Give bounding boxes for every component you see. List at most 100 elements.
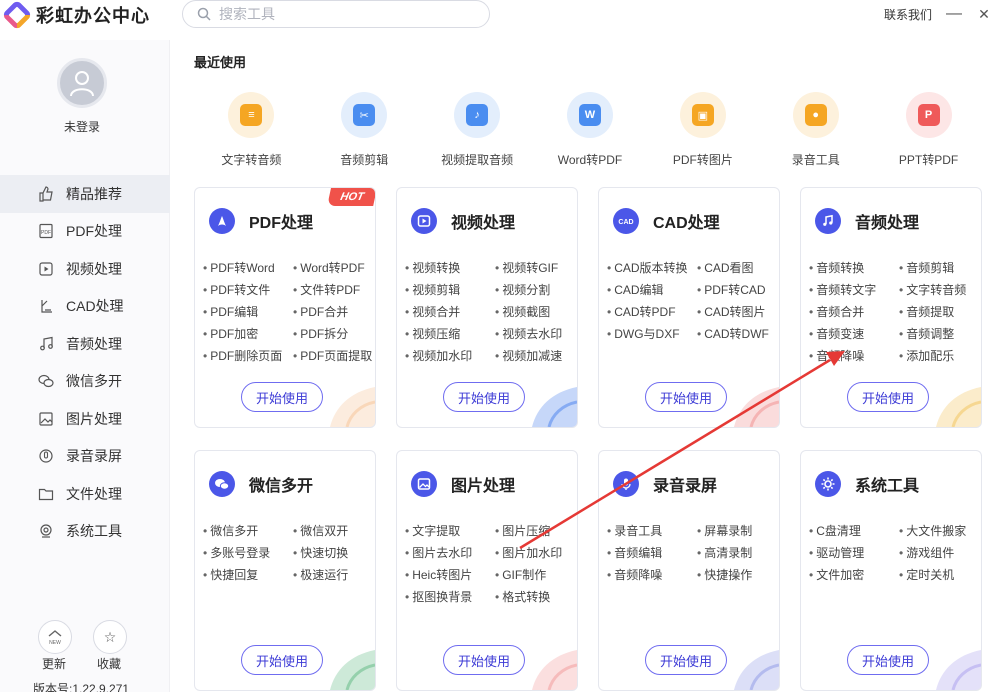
feature-item[interactable]: PDF删除页面 (203, 348, 293, 364)
start-button[interactable]: 开始使用 (443, 645, 525, 675)
start-button[interactable]: 开始使用 (847, 645, 929, 675)
feature-item[interactable]: 音频提取 (899, 304, 981, 320)
feature-item[interactable]: 图片去水印 (405, 545, 495, 561)
minimize-button[interactable]: — (944, 4, 964, 24)
feature-item[interactable]: 音频降噪 (607, 567, 697, 583)
feature-item[interactable]: CAD转图片 (697, 304, 779, 320)
feature-item[interactable]: 微信双开 (293, 523, 375, 539)
feature-item[interactable]: 文字提取 (405, 523, 495, 539)
feature-item[interactable]: 高清录制 (697, 545, 779, 561)
tool-card[interactable]: HOT PDF处理 PDF转WordWord转PDFPDF转文件文件转PDFPDF编… (194, 187, 376, 428)
recent-tool[interactable]: ▣ PDF转图片 (646, 92, 759, 168)
tool-card[interactable]: 视频处理视频转换视频转GIF视频剪辑视频分割视频合并视频截图视频压缩视频去水印视… (396, 187, 578, 428)
feature-item[interactable]: 音频合并 (809, 304, 899, 320)
feature-item[interactable]: 音频变速 (809, 326, 899, 342)
feature-item[interactable]: 游戏组件 (899, 545, 981, 561)
feature-item[interactable]: 音频转文字 (809, 282, 899, 298)
tool-card[interactable]: 音频处理音频转换音频剪辑音频转文字文字转音频音频合并音频提取音频变速音频调整音频… (800, 187, 982, 428)
recent-tool[interactable]: ≡ 文字转音频 (195, 92, 308, 168)
sidebar-item-9[interactable]: 系统工具 (0, 513, 170, 551)
feature-item[interactable]: 音频降噪 (809, 348, 899, 364)
recent-tool[interactable]: W Word转PDF (534, 92, 647, 168)
feature-item[interactable]: PDF编辑 (203, 304, 293, 320)
feature-item[interactable]: 快捷操作 (697, 567, 779, 583)
feature-item[interactable]: PDF转CAD (697, 282, 779, 298)
recent-tool[interactable]: P PPT转PDF (872, 92, 985, 168)
feature-item[interactable]: PDF转Word (203, 260, 293, 276)
search-box[interactable] (182, 0, 490, 28)
feature-item[interactable]: 极速运行 (293, 567, 375, 583)
feature-item[interactable]: CAD转PDF (607, 304, 697, 320)
feature-item[interactable]: 视频加水印 (405, 348, 495, 364)
feature-item[interactable]: CAD转DWF (697, 326, 779, 342)
start-button[interactable]: 开始使用 (645, 382, 727, 412)
feature-item[interactable]: PDF转文件 (203, 282, 293, 298)
tool-card[interactable]: CADCAD处理CAD版本转换CAD看图CAD编辑PDF转CADCAD转PDFC… (598, 187, 780, 428)
contact-us-link[interactable]: 联系我们 (884, 6, 932, 23)
feature-item[interactable]: PDF合并 (293, 304, 375, 320)
tool-card[interactable]: 图片处理文字提取图片压缩图片去水印图片加水印Heic转图片GIF制作抠图换背景格… (396, 450, 578, 691)
feature-item[interactable]: 多账号登录 (203, 545, 293, 561)
sidebar-item-6[interactable]: 图片处理 (0, 400, 170, 438)
feature-item[interactable]: 文件加密 (809, 567, 899, 583)
sidebar-item-1[interactable]: PDF PDF处理 (0, 213, 170, 251)
sidebar-item-8[interactable]: 文件处理 (0, 475, 170, 513)
favorites-button[interactable]: ☆ (93, 620, 127, 654)
recent-tool[interactable]: ♪ 视频提取音频 (421, 92, 534, 168)
recent-tool[interactable]: ✂ 音频剪辑 (308, 92, 421, 168)
start-button[interactable]: 开始使用 (241, 645, 323, 675)
feature-item[interactable]: 图片加水印 (495, 545, 577, 561)
feature-item[interactable]: 文字转音频 (899, 282, 981, 298)
feature-item[interactable]: 图片压缩 (495, 523, 577, 539)
feature-item[interactable]: 视频分割 (495, 282, 577, 298)
sidebar-item-4[interactable]: 音频处理 (0, 325, 170, 363)
feature-item[interactable]: CAD版本转换 (607, 260, 697, 276)
start-button[interactable]: 开始使用 (241, 382, 323, 412)
feature-item[interactable]: 录音工具 (607, 523, 697, 539)
feature-item[interactable]: 视频合并 (405, 304, 495, 320)
tool-card[interactable]: 录音录屏录音工具屏幕录制音频编辑高清录制音频降噪快捷操作开始使用 (598, 450, 780, 691)
update-button[interactable]: NEW (38, 620, 72, 654)
sidebar-item-5[interactable]: 微信多开 (0, 363, 170, 401)
feature-item[interactable]: 大文件搬家 (899, 523, 981, 539)
feature-item[interactable]: 屏幕录制 (697, 523, 779, 539)
feature-item[interactable]: 快捷回复 (203, 567, 293, 583)
avatar[interactable] (57, 58, 107, 108)
feature-item[interactable]: 视频转换 (405, 260, 495, 276)
feature-item[interactable]: 音频调整 (899, 326, 981, 342)
sidebar-item-3[interactable]: CAD处理 (0, 288, 170, 326)
start-button[interactable]: 开始使用 (443, 382, 525, 412)
feature-item[interactable]: 视频加减速 (495, 348, 577, 364)
feature-item[interactable]: GIF制作 (495, 567, 577, 583)
start-button[interactable]: 开始使用 (847, 382, 929, 412)
feature-item[interactable]: 文件转PDF (293, 282, 375, 298)
feature-item[interactable]: 驱动管理 (809, 545, 899, 561)
feature-item[interactable]: 视频剪辑 (405, 282, 495, 298)
feature-item[interactable]: PDF加密 (203, 326, 293, 342)
feature-item[interactable]: 视频截图 (495, 304, 577, 320)
feature-item[interactable]: CAD编辑 (607, 282, 697, 298)
start-button[interactable]: 开始使用 (645, 645, 727, 675)
feature-item[interactable]: 视频转GIF (495, 260, 577, 276)
tool-card[interactable]: 微信多开微信多开微信双开多账号登录快速切换快捷回复极速运行开始使用 (194, 450, 376, 691)
feature-item[interactable]: 格式转换 (495, 589, 577, 605)
feature-item[interactable]: C盘清理 (809, 523, 899, 539)
feature-item[interactable]: 定时关机 (899, 567, 981, 583)
feature-item[interactable]: Heic转图片 (405, 567, 495, 583)
feature-item[interactable]: 音频转换 (809, 260, 899, 276)
feature-item[interactable]: Word转PDF (293, 260, 375, 276)
feature-item[interactable]: DWG与DXF (607, 326, 697, 342)
tool-card[interactable]: 系统工具 C盘清理大文件搬家驱动管理游戏组件文件加密定时关机开始使用 (800, 450, 982, 691)
sidebar-item-0[interactable]: 精品推荐 (0, 175, 170, 213)
feature-item[interactable]: PDF页面提取 (293, 348, 375, 364)
feature-item[interactable]: 快速切换 (293, 545, 375, 561)
sidebar-item-7[interactable]: 录音录屏 (0, 438, 170, 476)
feature-item[interactable]: 抠图换背景 (405, 589, 495, 605)
feature-item[interactable]: 视频去水印 (495, 326, 577, 342)
login-status[interactable]: 未登录 (0, 118, 164, 135)
feature-item[interactable]: CAD看图 (697, 260, 779, 276)
recent-tool[interactable]: ● 录音工具 (759, 92, 872, 168)
feature-item[interactable]: 添加配乐 (899, 348, 981, 364)
feature-item[interactable]: 微信多开 (203, 523, 293, 539)
close-button[interactable]: ✕ (974, 4, 994, 24)
